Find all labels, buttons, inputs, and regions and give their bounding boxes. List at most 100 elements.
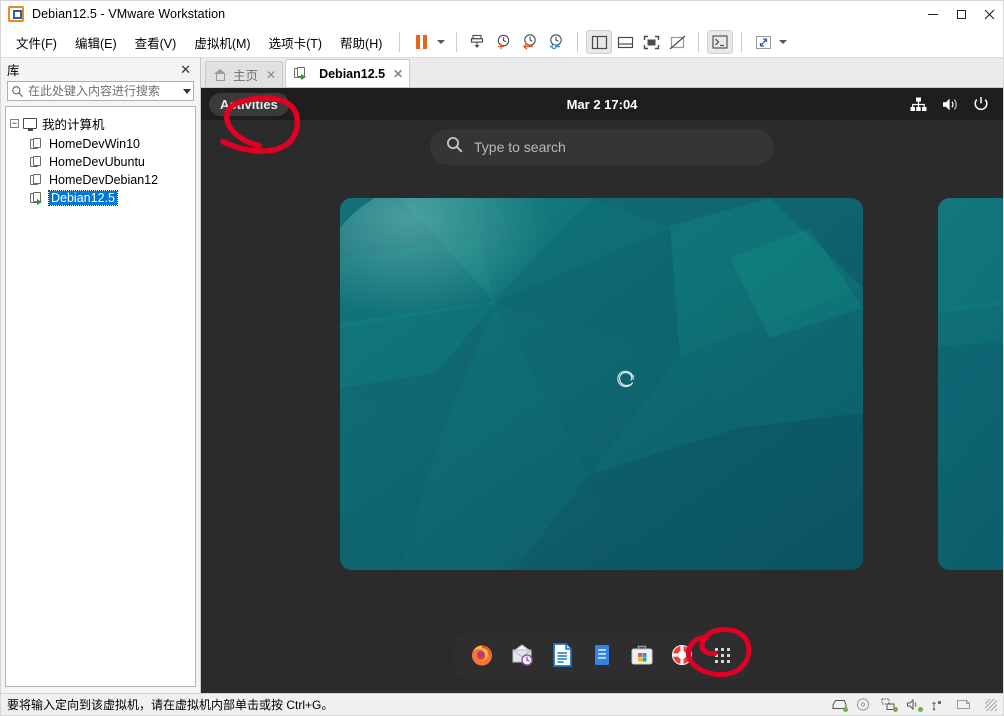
computer-icon xyxy=(23,118,37,131)
vm-label: Debian12.5 xyxy=(48,190,118,206)
vm-running-icon xyxy=(294,67,307,80)
show-thumbnail-bar-button[interactable] xyxy=(612,30,638,54)
show-library-button[interactable] xyxy=(586,30,613,54)
expand-arrows-icon xyxy=(755,35,771,49)
status-resize-grip[interactable] xyxy=(985,698,997,711)
status-printer-icon[interactable] xyxy=(956,698,972,711)
search-placeholder: Type to search xyxy=(474,139,566,155)
dock-help[interactable] xyxy=(668,641,696,669)
fullscreen-icon xyxy=(643,35,660,49)
dock-writer[interactable] xyxy=(548,641,576,669)
tab-debian12-5[interactable]: Debian12.5 ✕ xyxy=(285,59,411,87)
stretch-dropdown[interactable] xyxy=(776,30,790,54)
activities-button[interactable]: Activities xyxy=(209,92,289,116)
menu-file[interactable]: 文件(F) xyxy=(7,29,66,56)
mail-clock-icon xyxy=(512,644,533,666)
status-cdrom-icon[interactable] xyxy=(856,698,872,711)
tab-label: 主页 xyxy=(233,69,259,83)
vm-label: HomeDevWin10 xyxy=(49,137,141,151)
status-usb-icon[interactable] xyxy=(931,698,947,711)
window-controls xyxy=(919,1,1003,27)
menu-help[interactable]: 帮助(H) xyxy=(331,29,391,56)
vmware-logo-icon xyxy=(8,6,24,22)
chevron-down-icon xyxy=(779,40,788,44)
vm-running-icon xyxy=(30,191,43,205)
dock-firefox[interactable] xyxy=(468,641,496,669)
vm-item-debian12-5[interactable]: Debian12.5 xyxy=(6,189,195,207)
gnome-top-bar: Activities Mar 2 17:04 xyxy=(201,88,1003,120)
sidebar-panel-icon xyxy=(591,35,607,49)
main-content: 库 ✕ − 我的计算机 xyxy=(1,58,1003,693)
vmware-workstation-window: Debian12.5 - VMware Workstation 文件(F) 编辑… xyxy=(0,0,1004,716)
status-message: 要将输入定向到该虚拟机，请在虚拟机内部单击或按 Ctrl+G。 xyxy=(7,698,334,712)
toolbar xyxy=(408,30,790,54)
tree-root-my-computer[interactable]: − 我的计算机 xyxy=(6,112,195,135)
tab-close-icon[interactable]: ✕ xyxy=(393,67,403,81)
stretch-button[interactable] xyxy=(750,30,776,54)
vm-item-homedevdebian12[interactable]: HomeDevDebian12 xyxy=(6,171,195,189)
close-button[interactable] xyxy=(975,1,1003,27)
library-tree: − 我的计算机 HomeDevWin10 HomeDevUbuntu HomeD… xyxy=(5,106,196,687)
revert-snapshot-button[interactable] xyxy=(517,30,543,54)
status-sound-icon[interactable] xyxy=(906,698,923,712)
minimize-button[interactable] xyxy=(919,1,947,27)
title-bar: Debian12.5 - VMware Workstation xyxy=(1,1,1003,27)
power-icon[interactable] xyxy=(973,96,989,112)
software-store-icon xyxy=(631,645,653,665)
status-network-icon[interactable] xyxy=(881,698,898,712)
workspace-current[interactable] xyxy=(340,198,863,570)
search-icon xyxy=(11,85,24,98)
vm-item-homedevubuntu[interactable]: HomeDevUbuntu xyxy=(6,153,195,171)
snapshot-icon xyxy=(471,34,484,48)
search-input[interactable] xyxy=(28,84,183,98)
status-bar: 要将输入定向到该虚拟机，请在虚拟机内部单击或按 Ctrl+G。 xyxy=(1,693,1003,715)
home-icon xyxy=(214,68,227,81)
snapshot-add-icon xyxy=(498,34,510,50)
tab-home[interactable]: 主页 ✕ xyxy=(205,61,284,87)
chevron-down-icon[interactable] xyxy=(183,88,191,94)
maximize-button[interactable] xyxy=(947,1,975,27)
menu-view[interactable]: 查看(V) xyxy=(126,29,186,56)
window-title: Debian12.5 - VMware Workstation xyxy=(32,7,226,21)
tab-strip: 主页 ✕ Debian12.5 ✕ xyxy=(201,58,1003,88)
dock-files[interactable] xyxy=(588,641,616,669)
vm-icon xyxy=(30,173,43,187)
library-search[interactable] xyxy=(7,81,194,101)
vm-item-homedevwin10[interactable]: HomeDevWin10 xyxy=(6,135,195,153)
dock-show-apps[interactable] xyxy=(708,641,736,669)
network-icon[interactable] xyxy=(910,97,927,112)
volume-icon[interactable] xyxy=(941,97,959,112)
wallpaper-polygons xyxy=(938,198,1003,570)
search-icon xyxy=(446,136,463,158)
menu-vm[interactable]: 虚拟机(M) xyxy=(185,29,259,56)
unity-mode-button[interactable] xyxy=(664,30,690,54)
clock[interactable]: Mar 2 17:04 xyxy=(567,97,638,112)
snapshot-manager-button[interactable] xyxy=(543,30,569,54)
bottom-panel-icon xyxy=(617,36,633,48)
terminal-icon xyxy=(712,35,728,49)
take-snapshot-button[interactable] xyxy=(491,30,517,54)
tab-label: Debian12.5 xyxy=(319,66,386,81)
tree-expander[interactable]: − xyxy=(10,119,19,128)
overview-search[interactable]: Type to search xyxy=(430,129,774,165)
pause-button[interactable] xyxy=(408,30,434,54)
menu-edit[interactable]: 编辑(E) xyxy=(66,29,126,56)
dock-evolution[interactable] xyxy=(508,641,536,669)
guest-screen[interactable]: Activities Mar 2 17:04 Type to search xyxy=(201,88,1003,693)
library-close-button[interactable]: ✕ xyxy=(177,63,194,76)
snapshot-manager-icon xyxy=(550,34,563,50)
toolbar-separator xyxy=(456,32,458,52)
gnome-overview: Type to search xyxy=(201,120,1003,693)
vm-icon xyxy=(30,137,43,151)
tab-close-icon[interactable]: ✕ xyxy=(266,68,276,82)
workspace-next[interactable] xyxy=(938,198,1003,570)
fullscreen-button[interactable] xyxy=(638,30,664,54)
document-icon xyxy=(553,643,572,667)
dock-software[interactable] xyxy=(628,641,656,669)
status-harddisk-icon[interactable] xyxy=(831,698,848,712)
console-button[interactable] xyxy=(707,30,734,54)
toolbar-separator xyxy=(399,32,401,52)
menu-tabs[interactable]: 选项卡(T) xyxy=(260,29,331,56)
pause-dropdown[interactable] xyxy=(434,30,448,54)
snapshot-button[interactable] xyxy=(465,30,491,54)
